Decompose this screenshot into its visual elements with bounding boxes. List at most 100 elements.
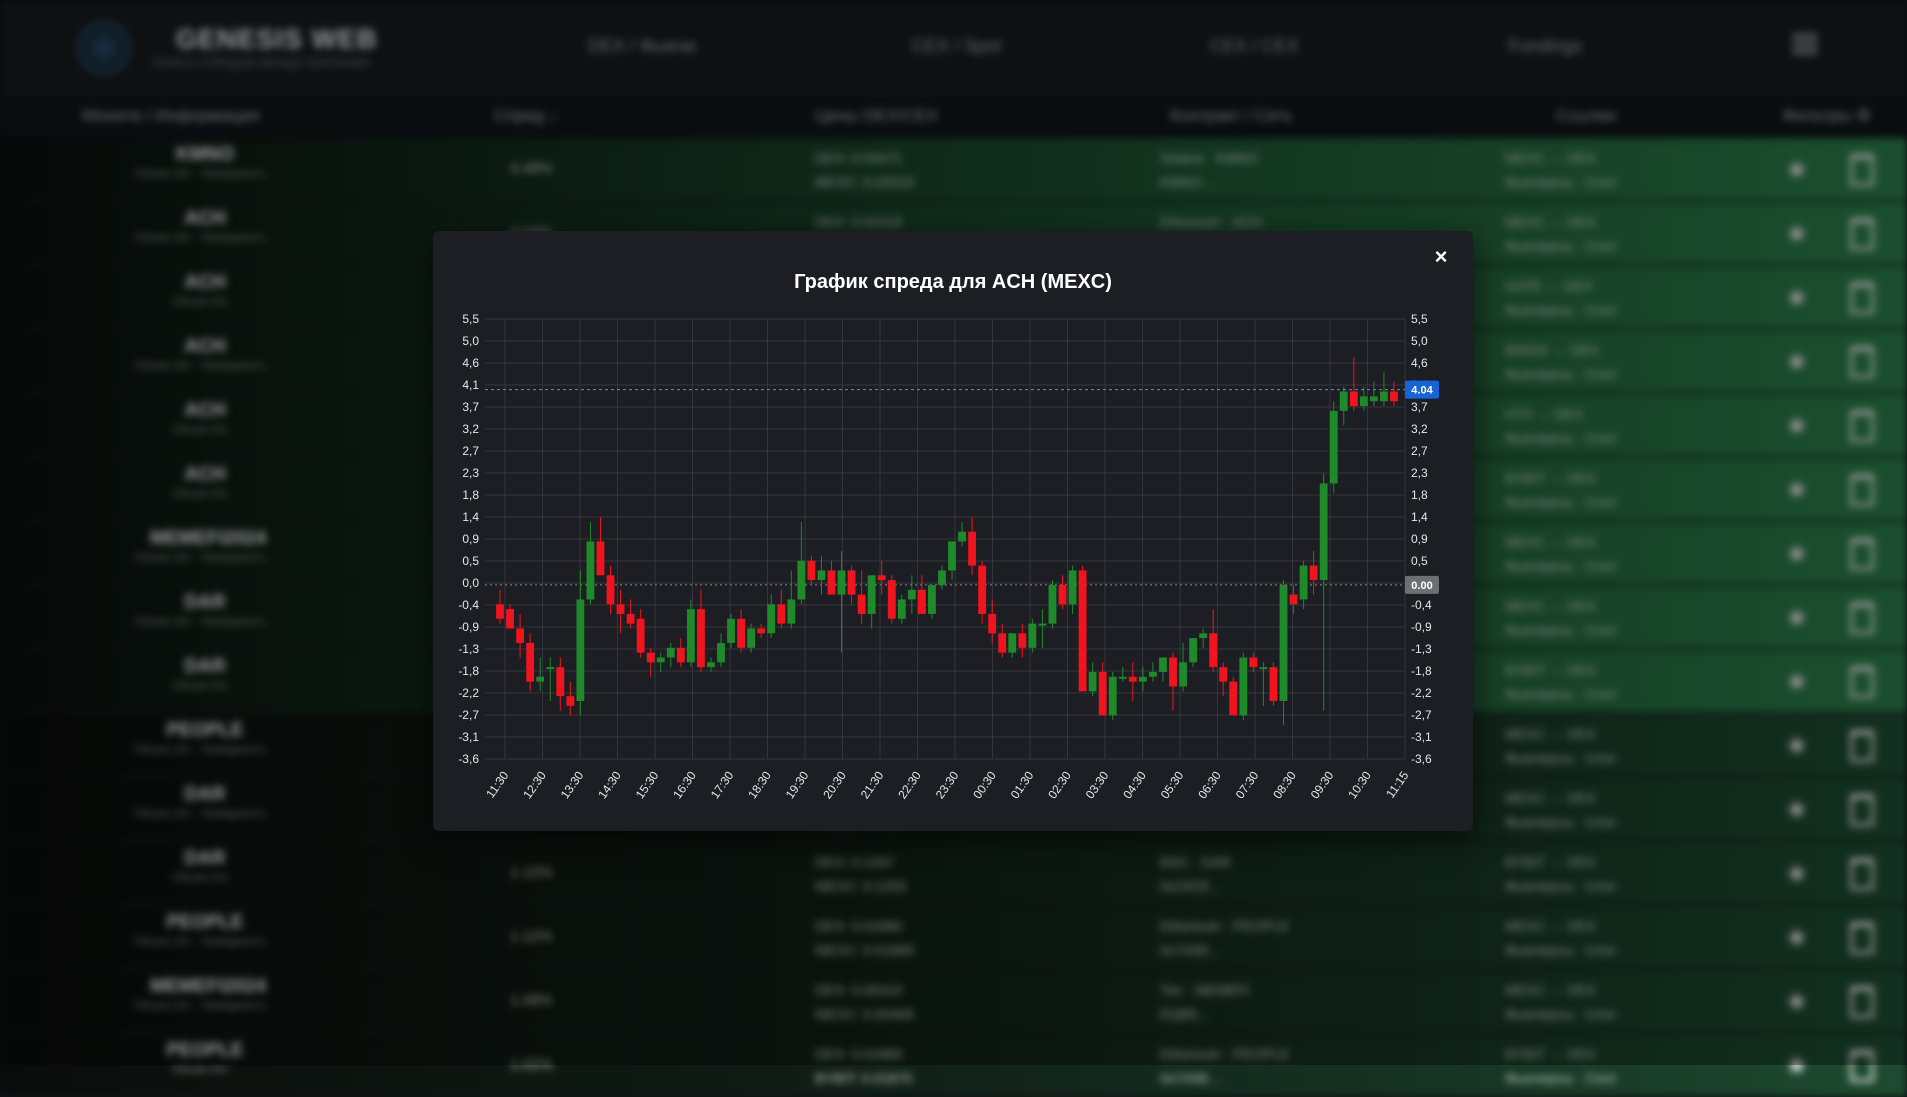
candle-body[interactable]: [1058, 584, 1067, 605]
candle-body[interactable]: [1008, 633, 1017, 653]
candle-body[interactable]: [606, 575, 615, 605]
candle-body[interactable]: [546, 667, 555, 670]
candle-body[interactable]: [1380, 391, 1388, 402]
candle-body[interactable]: [1259, 667, 1268, 670]
candle-body[interactable]: [676, 647, 685, 663]
candle-body[interactable]: [827, 570, 836, 595]
candle-body[interactable]: [917, 589, 926, 614]
candle-body[interactable]: [958, 531, 966, 542]
candle-body[interactable]: [1098, 671, 1107, 716]
spread-candlestick-chart[interactable]: 5,55,55,05,04,64,64,14,13,73,73,23,22,72…: [433, 301, 1473, 821]
candle-body[interactable]: [787, 599, 796, 624]
candle-body[interactable]: [1239, 657, 1248, 716]
candle-body[interactable]: [1299, 565, 1308, 600]
candle-body[interactable]: [656, 657, 665, 663]
candle-body[interactable]: [696, 609, 705, 668]
y-tick-label-right: 4,6: [1411, 356, 1428, 370]
candle-body[interactable]: [727, 618, 735, 643]
candle-body[interactable]: [807, 560, 816, 581]
candle-body[interactable]: [1349, 391, 1358, 407]
candle-body[interactable]: [747, 628, 756, 648]
candle-body[interactable]: [526, 642, 535, 682]
candle-body[interactable]: [717, 642, 725, 663]
candle-body[interactable]: [1159, 657, 1167, 672]
candle-body[interactable]: [1249, 657, 1258, 668]
candle-body[interactable]: [566, 696, 575, 706]
candle-body[interactable]: [737, 618, 746, 648]
candle-body[interactable]: [907, 589, 916, 600]
candle-body[interactable]: [998, 633, 1007, 653]
candle-body[interactable]: [877, 575, 886, 581]
candle-body[interactable]: [1269, 667, 1278, 701]
candle-body[interactable]: [686, 609, 695, 663]
candle-body[interactable]: [867, 575, 876, 614]
candle-body[interactable]: [556, 667, 565, 697]
candle-body[interactable]: [837, 570, 846, 595]
candle-body[interactable]: [797, 560, 806, 600]
candle-body[interactable]: [536, 676, 545, 682]
candle-body[interactable]: [506, 609, 514, 629]
candle-body[interactable]: [707, 662, 715, 668]
candle-body[interactable]: [857, 594, 866, 614]
candle-body[interactable]: [978, 565, 987, 614]
candle-body[interactable]: [496, 604, 504, 619]
y-tick-label-left: 3,2: [462, 422, 479, 436]
candle-body[interactable]: [897, 599, 906, 619]
candle-body[interactable]: [596, 541, 605, 576]
candle-body[interactable]: [1199, 633, 1208, 639]
candle-body[interactable]: [1128, 676, 1137, 682]
candle-body[interactable]: [1018, 633, 1027, 648]
candle-body[interactable]: [1169, 657, 1177, 687]
candle-body[interactable]: [1390, 391, 1398, 402]
candle-body[interactable]: [1068, 570, 1077, 605]
candle-body[interactable]: [1038, 623, 1047, 626]
candle-body[interactable]: [1028, 623, 1037, 648]
candle-body[interactable]: [767, 604, 776, 634]
candle-body[interactable]: [1108, 676, 1117, 716]
candle-body[interactable]: [1229, 681, 1238, 716]
candle-body[interactable]: [576, 599, 585, 701]
candle-body[interactable]: [636, 618, 645, 653]
y-tick-label-right: 1,8: [1411, 488, 1428, 502]
candle-body[interactable]: [1118, 676, 1127, 679]
candle-body[interactable]: [616, 604, 625, 614]
candle-body[interactable]: [646, 652, 655, 663]
candle-body[interactable]: [1289, 594, 1298, 605]
candle-body[interactable]: [1078, 570, 1087, 692]
candle-body[interactable]: [1138, 676, 1147, 682]
candle-body[interactable]: [666, 647, 675, 658]
candle-body[interactable]: [1219, 667, 1228, 682]
y-tick-label-left: -2,2: [458, 686, 479, 700]
candle-body[interactable]: [1209, 633, 1218, 668]
y-tick-label-left: -1,8: [458, 664, 479, 678]
candle-body[interactable]: [887, 580, 896, 619]
y-tick-label-right: -1,8: [1411, 664, 1432, 678]
candle-body[interactable]: [1329, 410, 1338, 484]
candle-body[interactable]: [1279, 584, 1288, 701]
candle-body[interactable]: [938, 570, 946, 585]
candle-body[interactable]: [1309, 565, 1318, 581]
candle-body[interactable]: [1339, 391, 1348, 411]
candle-body[interactable]: [817, 570, 826, 581]
x-tick-label: 15:30: [633, 768, 662, 801]
candle-body[interactable]: [948, 541, 956, 571]
candle-body[interactable]: [1319, 483, 1328, 581]
candle-body[interactable]: [928, 584, 936, 614]
candle-body[interactable]: [1369, 396, 1378, 402]
candle-body[interactable]: [1148, 671, 1157, 677]
candle-body[interactable]: [988, 613, 997, 634]
candle-body[interactable]: [1179, 662, 1187, 687]
y-tick-label-right: 5,0: [1411, 334, 1428, 348]
candle-body[interactable]: [1359, 396, 1368, 407]
candle-body[interactable]: [626, 613, 635, 624]
candle-body[interactable]: [757, 628, 766, 634]
candle-body[interactable]: [777, 604, 786, 624]
candle-body[interactable]: [1088, 671, 1097, 692]
candle-body[interactable]: [847, 570, 856, 595]
candle-body[interactable]: [1189, 638, 1198, 663]
candle-body[interactable]: [968, 531, 977, 566]
candle-body[interactable]: [586, 541, 595, 600]
close-button[interactable]: ×: [1429, 245, 1453, 269]
candle-body[interactable]: [1048, 584, 1057, 624]
candle-body[interactable]: [516, 628, 525, 643]
